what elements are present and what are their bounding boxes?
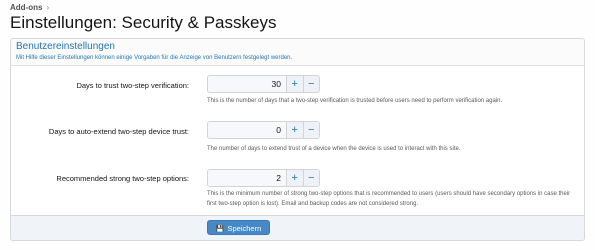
decrement-button[interactable]: − [302, 122, 319, 138]
increment-button[interactable]: + [287, 170, 303, 186]
extend-trust-input[interactable]: 0 [208, 122, 287, 138]
panel-description: Mit Hilfe dieser Einstellungen können ei… [16, 55, 293, 61]
panel-header: Benutzereinstellungen Mit Hilfe dieser E… [11, 39, 584, 66]
extend-trust-stepper: 0 + − [207, 121, 320, 139]
page-title: Einstellungen: Security & Passkeys [10, 13, 277, 32]
save-button[interactable]: 💾 Speichern [207, 220, 270, 235]
panel-title: Benutzereinstellungen [16, 41, 115, 52]
strong-options-input[interactable]: 2 [208, 170, 287, 186]
decrement-button[interactable]: − [302, 170, 319, 186]
save-button-label: Speichern [227, 224, 262, 233]
form-footer: 💾 Speichern [11, 215, 584, 240]
chevron-right-icon: › [46, 3, 50, 12]
increment-button[interactable]: + [287, 76, 303, 92]
extend-trust-label: Days to auto-extend two-step device trus… [48, 127, 189, 136]
extend-trust-hint: The number of days to extend trust of a … [207, 146, 461, 152]
strong-options-hint: This is the minimum number of strong two… [207, 191, 571, 207]
save-icon: 💾 [215, 226, 225, 233]
increment-button[interactable]: + [287, 122, 303, 138]
trust-days-hint: This is the number of days that a two-st… [207, 98, 503, 104]
settings-panel: Benutzereinstellungen Mit Hilfe dieser E… [10, 38, 585, 241]
breadcrumb: Add-ons › [10, 3, 49, 12]
strong-options-label: Recommended strong two-step options: [56, 174, 189, 183]
breadcrumb-link-addons[interactable]: Add-ons [10, 3, 42, 12]
decrement-button[interactable]: − [302, 76, 319, 92]
trust-days-stepper: 30 + − [207, 75, 320, 93]
strong-options-stepper: 2 + − [207, 169, 320, 187]
trust-days-label: Days to trust two-step verification: [76, 81, 189, 90]
trust-days-input[interactable]: 30 [208, 76, 287, 92]
